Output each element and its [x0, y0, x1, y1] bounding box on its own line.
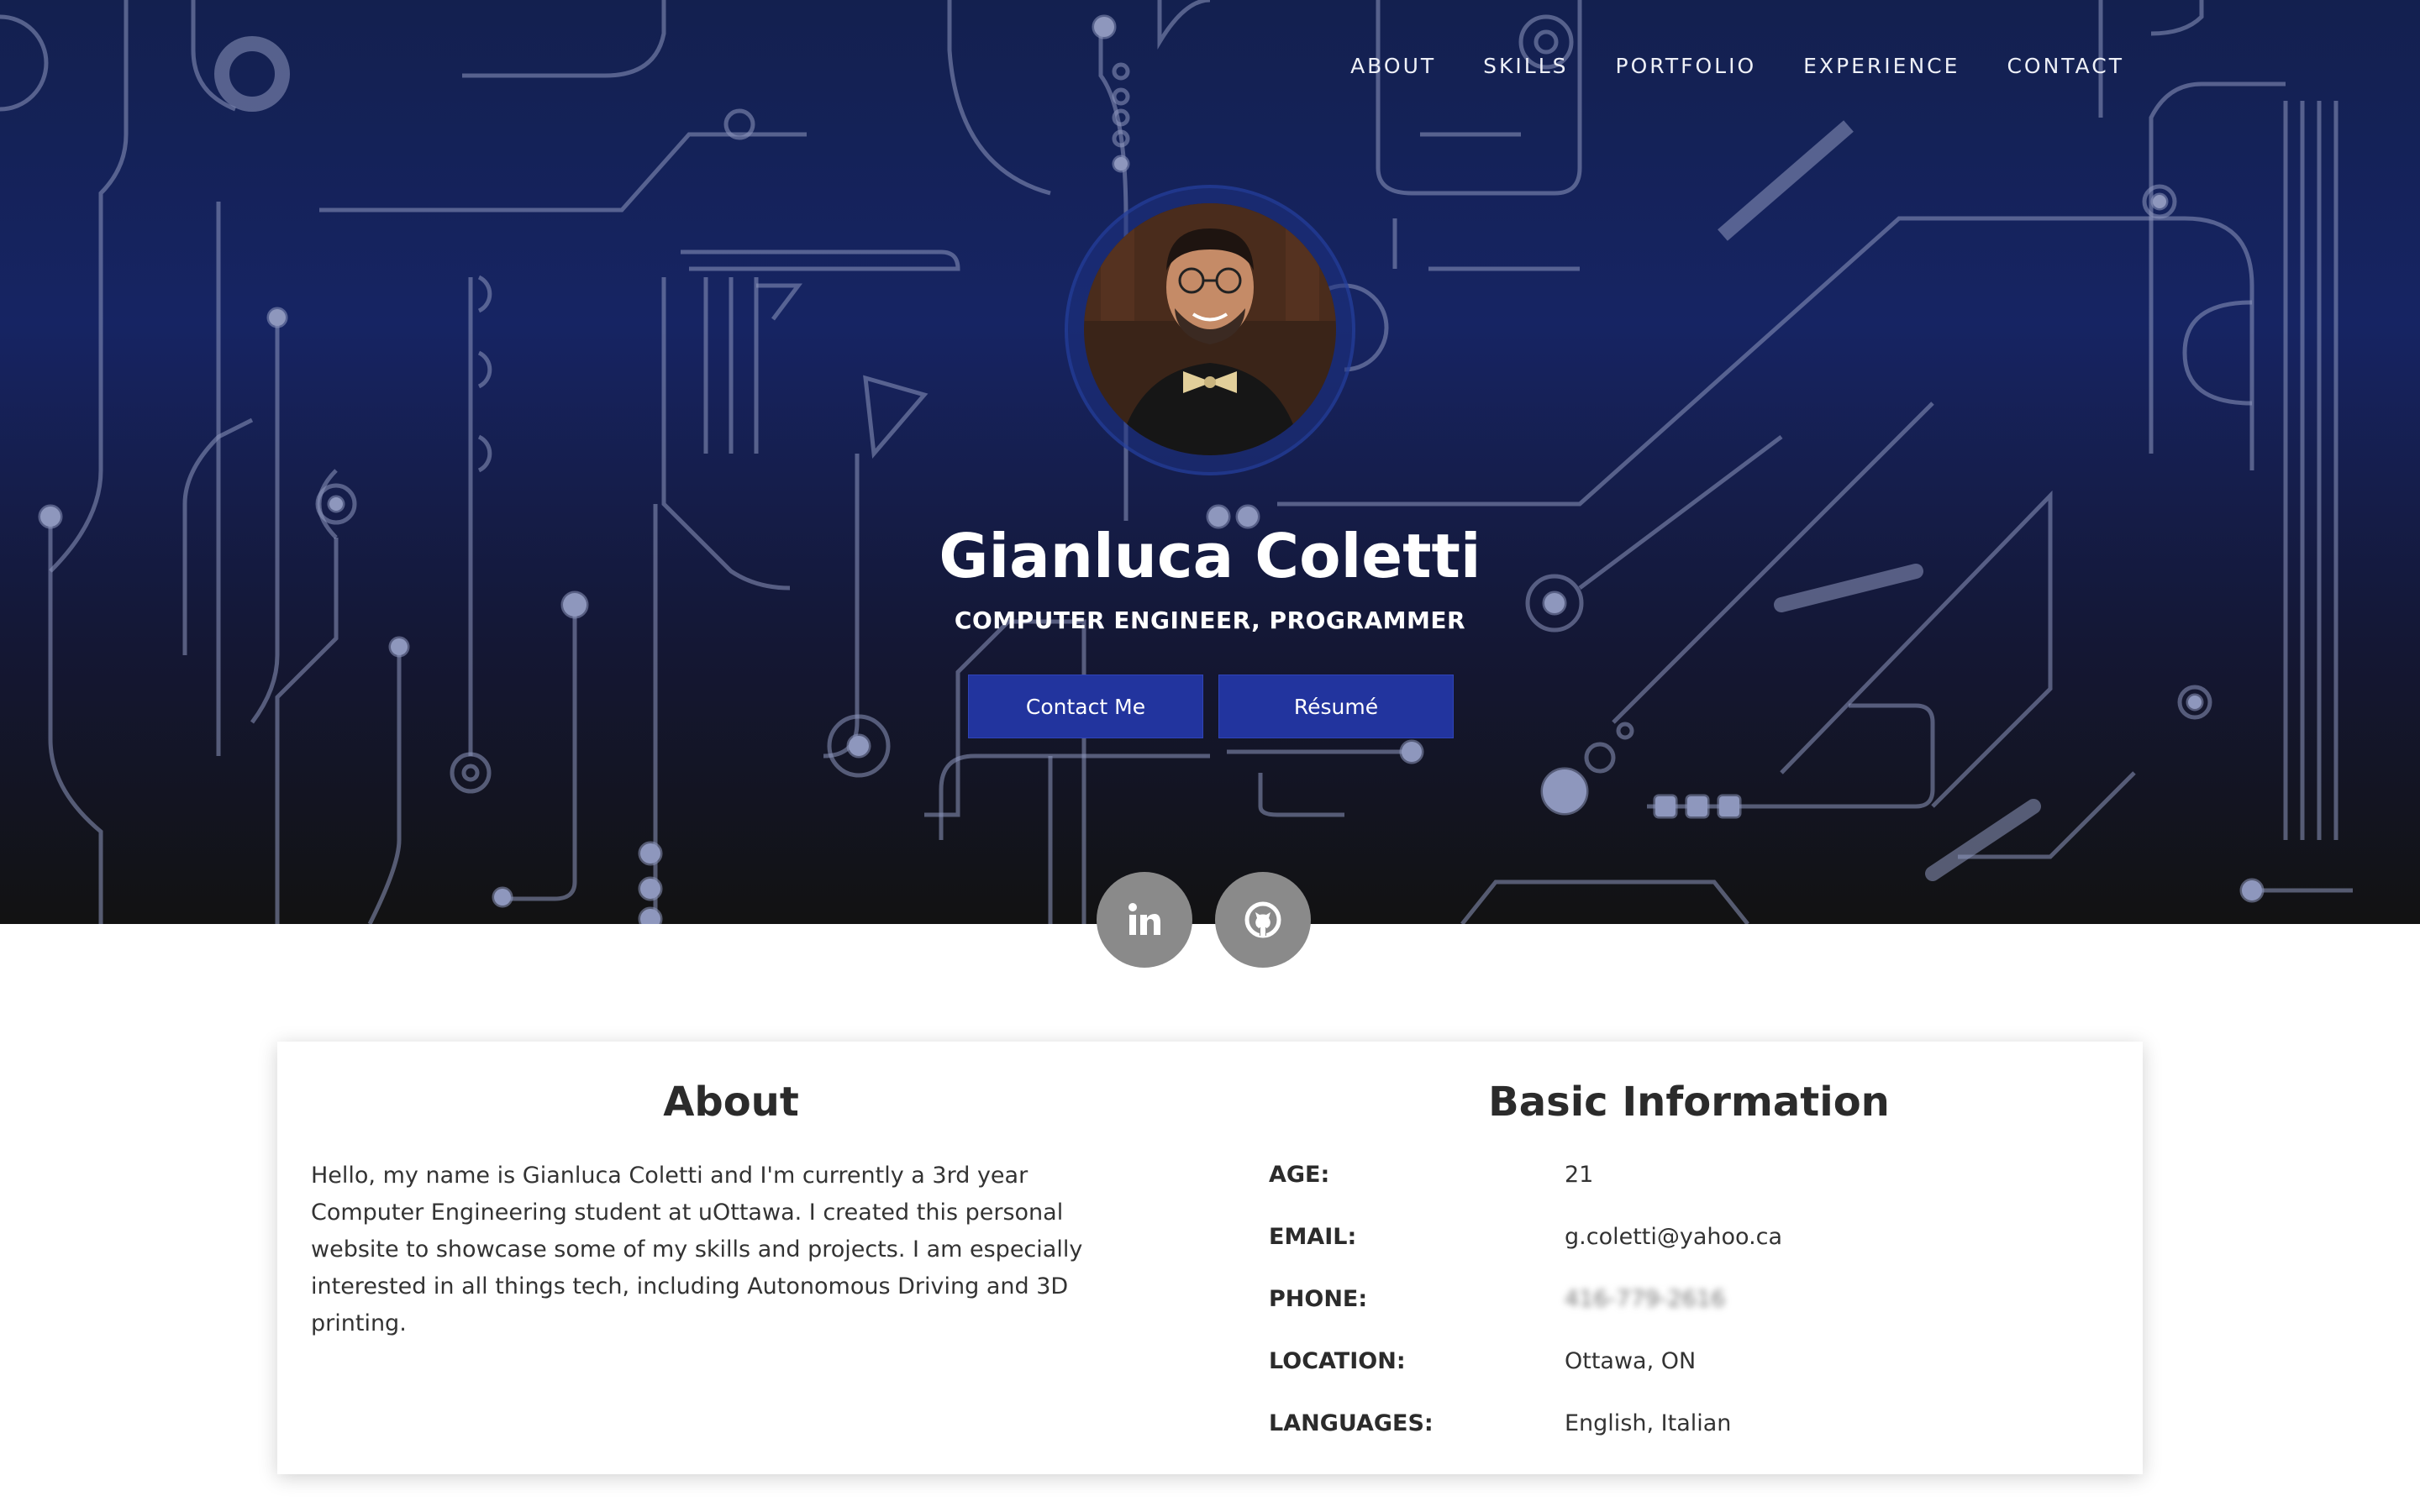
about-card: About Hello, my name is Gianluca Coletti…: [277, 1042, 2143, 1474]
email-link[interactable]: g.coletti@yahoo.ca: [1565, 1224, 1782, 1250]
info-row-email: EMAIL: g.coletti@yahoo.ca: [1269, 1218, 1782, 1255]
about-text: Hello, my name is Gianluca Coletti and I…: [311, 1163, 1083, 1336]
info-row-age: AGE: 21: [1269, 1156, 1593, 1193]
nav-experience[interactable]: EXPERIENCE: [1803, 54, 1960, 78]
info-value: Ottawa, ON: [1565, 1347, 1697, 1374]
hero-section: ABOUT SKILLS PORTFOLIO EXPERIENCE CONTAC…: [0, 0, 2420, 924]
info-label: PHONE:: [1269, 1285, 1368, 1312]
info-label: LOCATION:: [1269, 1347, 1406, 1374]
github-icon: [1244, 901, 1281, 938]
contact-me-button[interactable]: Contact Me: [968, 675, 1203, 738]
nav-about[interactable]: ABOUT: [1350, 54, 1436, 78]
hero-subtitle: COMPUTER ENGINEER, PROGRAMMER: [954, 606, 1466, 634]
info-value: English, Italian: [1565, 1410, 1732, 1436]
nav-portfolio[interactable]: PORTFOLIO: [1616, 54, 1757, 78]
info-label: LANGUAGES:: [1269, 1410, 1434, 1436]
hero-name: Gianluca Coletti: [939, 521, 1481, 591]
info-row-languages: LANGUAGES: English, Italian: [1269, 1404, 1731, 1441]
linkedin-icon: [1128, 903, 1160, 935]
info-label: EMAIL:: [1269, 1223, 1357, 1250]
profile-photo: [1084, 203, 1336, 455]
top-nav: ABOUT SKILLS PORTFOLIO EXPERIENCE CONTAC…: [1350, 54, 2124, 78]
github-button[interactable]: [1215, 872, 1311, 968]
info-row-location: LOCATION: Ottawa, ON: [1269, 1342, 1696, 1379]
info-row-phone: PHONE: 416-779-2616: [1269, 1280, 1725, 1317]
phone-value: 416-779-2616: [1565, 1285, 1726, 1312]
nav-skills[interactable]: SKILLS: [1483, 54, 1568, 78]
basic-info-heading: Basic Information: [1488, 1079, 1890, 1126]
resume-button[interactable]: Résumé: [1218, 675, 1454, 738]
nav-contact[interactable]: CONTACT: [2007, 54, 2124, 78]
info-label: AGE:: [1269, 1161, 1330, 1188]
linkedin-button[interactable]: [1097, 872, 1192, 968]
info-value: 21: [1565, 1161, 1594, 1188]
about-heading: About: [663, 1079, 799, 1126]
